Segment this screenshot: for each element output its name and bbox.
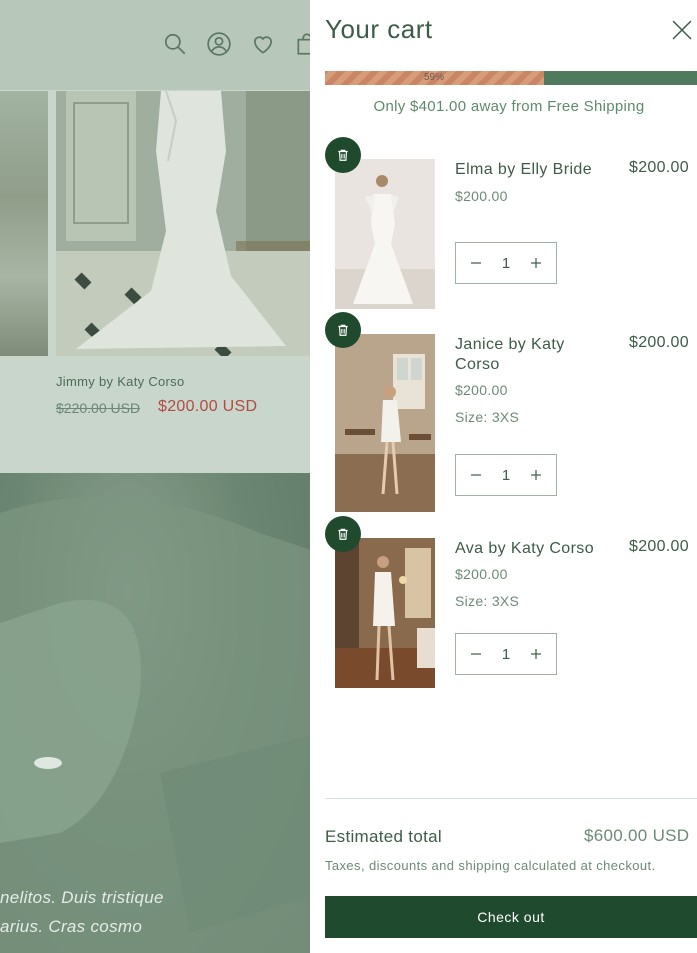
product-image[interactable] bbox=[56, 91, 314, 356]
hero-text-line-2: arius. Cras cosmo bbox=[0, 917, 143, 936]
progress-percent: 59% bbox=[423, 72, 444, 83]
cart-drawer: Your cart 59% Only $401.00 away from Fre… bbox=[310, 0, 697, 953]
close-icon[interactable] bbox=[670, 18, 694, 42]
quantity-stepper: 1 bbox=[455, 454, 557, 496]
dress-photo-janice bbox=[335, 334, 435, 512]
product-sale-price: $200.00 USD bbox=[158, 398, 258, 415]
cart-item-line-total: $200.00 bbox=[629, 334, 689, 351]
cart-item-price: $200.00 bbox=[455, 566, 508, 582]
cart-item-name[interactable]: Elma by Elly Bride bbox=[455, 160, 605, 180]
quantity-input[interactable]: 1 bbox=[495, 255, 517, 272]
cart-title: Your cart bbox=[325, 14, 433, 44]
checkout-button[interactable]: Check out bbox=[325, 896, 697, 938]
account-icon[interactable] bbox=[206, 31, 232, 57]
quantity-increase-button[interactable] bbox=[517, 634, 556, 674]
product-compare-price: $220.00 USD bbox=[56, 400, 141, 416]
quantity-increase-button[interactable] bbox=[517, 243, 556, 283]
dress-photo-ava bbox=[335, 538, 435, 688]
estimated-total-label: Estimated total bbox=[325, 827, 442, 846]
trash-icon bbox=[338, 324, 348, 336]
quantity-stepper: 1 bbox=[455, 242, 557, 284]
product-thumbnail[interactable] bbox=[335, 538, 435, 688]
hero-photo bbox=[0, 497, 320, 953]
footer-divider bbox=[325, 798, 697, 799]
minus-icon bbox=[470, 262, 481, 264]
trash-icon bbox=[338, 149, 348, 161]
search-icon[interactable] bbox=[162, 31, 188, 57]
quantity-input[interactable]: 1 bbox=[495, 467, 517, 484]
product-thumbnail[interactable] bbox=[335, 159, 435, 309]
cart-item-size: Size: 3XS bbox=[455, 593, 520, 609]
product-thumbnail[interactable] bbox=[335, 334, 435, 512]
cart-item-price: $200.00 bbox=[455, 382, 508, 398]
remove-item-button[interactable] bbox=[325, 516, 361, 552]
quantity-input[interactable]: 1 bbox=[495, 646, 517, 663]
free-shipping-progress-bar: 59% bbox=[325, 71, 697, 85]
cart-item-line-total: $200.00 bbox=[629, 538, 689, 555]
dress-photo-elma bbox=[335, 159, 435, 309]
plus-icon bbox=[531, 649, 542, 659]
product-image-partial bbox=[0, 91, 48, 356]
product-card-title[interactable]: Jimmy by Katy Corso bbox=[56, 374, 185, 389]
quantity-decrease-button[interactable] bbox=[456, 634, 495, 674]
remove-item-button[interactable] bbox=[325, 137, 361, 173]
cart-item-line-total: $200.00 bbox=[629, 159, 689, 176]
minus-icon bbox=[470, 653, 481, 655]
cart-item-size: Size: 3XS bbox=[455, 409, 520, 425]
bridal-room-photo bbox=[56, 91, 314, 356]
plus-icon bbox=[531, 258, 542, 268]
trash-icon bbox=[338, 528, 348, 540]
remove-item-button[interactable] bbox=[325, 312, 361, 348]
quantity-decrease-button[interactable] bbox=[456, 243, 495, 283]
free-shipping-message: Only $401.00 away from Free Shipping bbox=[373, 98, 645, 115]
wishlist-heart-icon[interactable] bbox=[250, 31, 276, 57]
cart-item-name[interactable]: Janice by Katy Corso bbox=[455, 335, 605, 375]
cart-item-name[interactable]: Ava by Katy Corso bbox=[455, 539, 605, 559]
cart-item-price: $200.00 bbox=[455, 188, 508, 204]
quantity-increase-button[interactable] bbox=[517, 455, 556, 495]
hero-text-line-1: nelitos. Duis tristique bbox=[0, 888, 164, 907]
quantity-decrease-button[interactable] bbox=[456, 455, 495, 495]
tax-note: Taxes, discounts and shipping calculated… bbox=[325, 858, 656, 873]
quantity-stepper: 1 bbox=[455, 633, 557, 675]
minus-icon bbox=[470, 474, 481, 476]
hero-banner bbox=[0, 473, 320, 953]
plus-icon bbox=[531, 470, 542, 480]
estimated-total-value: $600.00 USD bbox=[584, 826, 690, 845]
